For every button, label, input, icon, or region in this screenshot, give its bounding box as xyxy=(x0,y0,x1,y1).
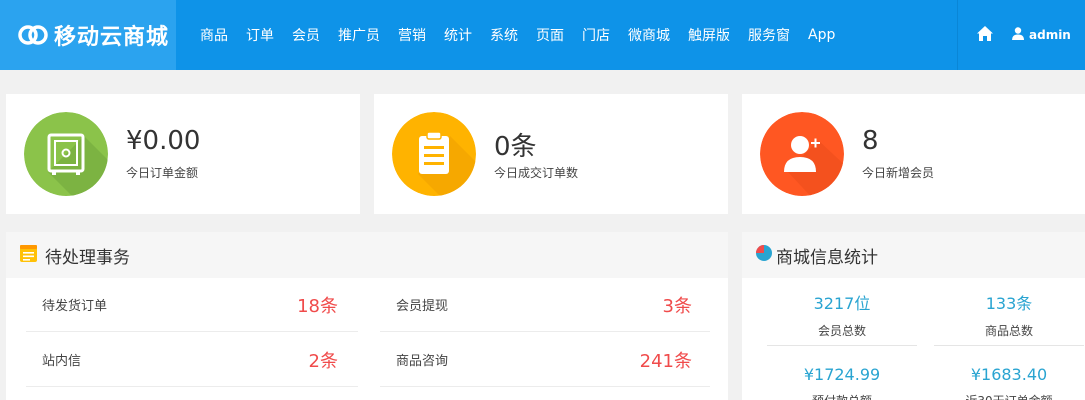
stat-30day-order-amount: ¥1683.40 近30天订单金额 xyxy=(934,365,1084,400)
nav-item-products[interactable]: 商品 xyxy=(200,25,228,45)
panel-title: 商城信息统计 xyxy=(776,247,878,268)
nav-item-stores[interactable]: 门店 xyxy=(582,25,610,45)
user-icon xyxy=(1012,27,1029,43)
nav-item-statistics[interactable]: 统计 xyxy=(444,25,472,45)
stat-value: 8 xyxy=(862,126,879,156)
stat-card-new-members: 8 今日新增会员 xyxy=(742,94,1085,214)
nav-item-app[interactable]: App xyxy=(808,27,835,43)
nav-item-orders[interactable]: 订单 xyxy=(246,25,274,45)
stat-value: ¥0.00 xyxy=(126,126,201,156)
stat-member-total: 3217位 会员总数 xyxy=(767,290,917,346)
brand-name: 移动云商城 xyxy=(54,25,170,50)
home-icon xyxy=(977,25,993,45)
nav-right-area: admin xyxy=(957,0,1085,70)
task-label: 商品咨询 xyxy=(396,354,449,369)
nav-item-system[interactable]: 系统 xyxy=(490,25,518,45)
stat-caption: 预付款总额 xyxy=(767,392,917,400)
task-count: 241条 xyxy=(639,350,692,372)
nav-item-wechat-mall[interactable]: 微商城 xyxy=(628,25,670,45)
stat-value: 0条 xyxy=(494,132,537,162)
stat-number: ¥1683.40 xyxy=(970,365,1048,384)
nav-item-pages[interactable]: 页面 xyxy=(536,25,564,45)
user-menu-button[interactable]: admin xyxy=(1012,27,1071,43)
task-label: 站内信 xyxy=(42,354,82,369)
stat-number: 133条 xyxy=(985,294,1033,313)
top-navbar: 移动云商城 商品 订单 会员 推广员 营销 统计 系统 页面 门店 微商城 触屏… xyxy=(0,0,1085,70)
pie-chart-icon xyxy=(756,245,772,265)
stat-label: 今日成交订单数 xyxy=(494,166,579,180)
task-row-product-inquiries[interactable]: 商品咨询 241条 xyxy=(380,333,710,387)
panel-header: 待处理事务 xyxy=(6,232,728,278)
user-name: admin xyxy=(1029,28,1071,42)
task-row-site-messages[interactable]: 站内信 2条 xyxy=(26,333,358,387)
stat-caption: 商品总数 xyxy=(934,322,1084,346)
nav-item-members[interactable]: 会员 xyxy=(292,25,320,45)
stat-prepayment-total: ¥1724.99 预付款总额 xyxy=(767,365,917,400)
stat-caption: 近30天订单金额 xyxy=(934,392,1084,400)
nav-item-promoters[interactable]: 推广员 xyxy=(338,25,380,45)
main-nav: 商品 订单 会员 推广员 营销 统计 系统 页面 门店 微商城 触屏版 服务窗 … xyxy=(190,0,853,70)
task-count: 2条 xyxy=(308,350,338,372)
stat-card-order-amount: ¥0.00 今日订单金额 xyxy=(6,94,360,214)
nav-item-service-window[interactable]: 服务窗 xyxy=(748,25,790,45)
shop-stats-panel: 商城信息统计 3217位 会员总数 133条 商品总数 ¥1724.99 预付款… xyxy=(742,232,1085,400)
brand-logo[interactable]: 移动云商城 xyxy=(0,0,176,70)
stat-product-total: 133条 商品总数 xyxy=(934,290,1084,346)
stat-label: 今日新增会员 xyxy=(862,166,935,180)
pending-tasks-panel: 待处理事务 待发货订单 18条 会员提现 3条 站内信 2条 商品咨询 241条 xyxy=(6,232,728,400)
task-label: 待发货订单 xyxy=(42,299,108,314)
task-count: 18条 xyxy=(297,295,338,317)
stat-number: ¥1724.99 xyxy=(803,365,881,384)
home-button[interactable] xyxy=(958,0,1012,70)
task-row-pending-shipment[interactable]: 待发货订单 18条 xyxy=(26,278,358,332)
add-user-icon xyxy=(760,112,844,196)
panel-header: 商城信息统计 xyxy=(742,232,1085,278)
stat-caption: 会员总数 xyxy=(767,322,917,346)
stat-label: 今日订单金额 xyxy=(126,166,199,180)
notepad-icon xyxy=(20,244,37,266)
task-label: 会员提现 xyxy=(396,299,449,314)
clipboard-icon xyxy=(392,112,476,196)
safe-icon xyxy=(24,112,108,196)
task-count: 3条 xyxy=(662,295,692,317)
nav-item-marketing[interactable]: 营销 xyxy=(398,25,426,45)
stat-card-deal-orders: 0条 今日成交订单数 xyxy=(374,94,728,214)
stat-number: 3217位 xyxy=(813,294,871,313)
panel-title: 待处理事务 xyxy=(45,247,130,268)
nav-item-touch-version[interactable]: 触屏版 xyxy=(688,25,730,45)
task-row-member-withdrawal[interactable]: 会员提现 3条 xyxy=(380,278,710,332)
logo-icon xyxy=(18,24,48,46)
